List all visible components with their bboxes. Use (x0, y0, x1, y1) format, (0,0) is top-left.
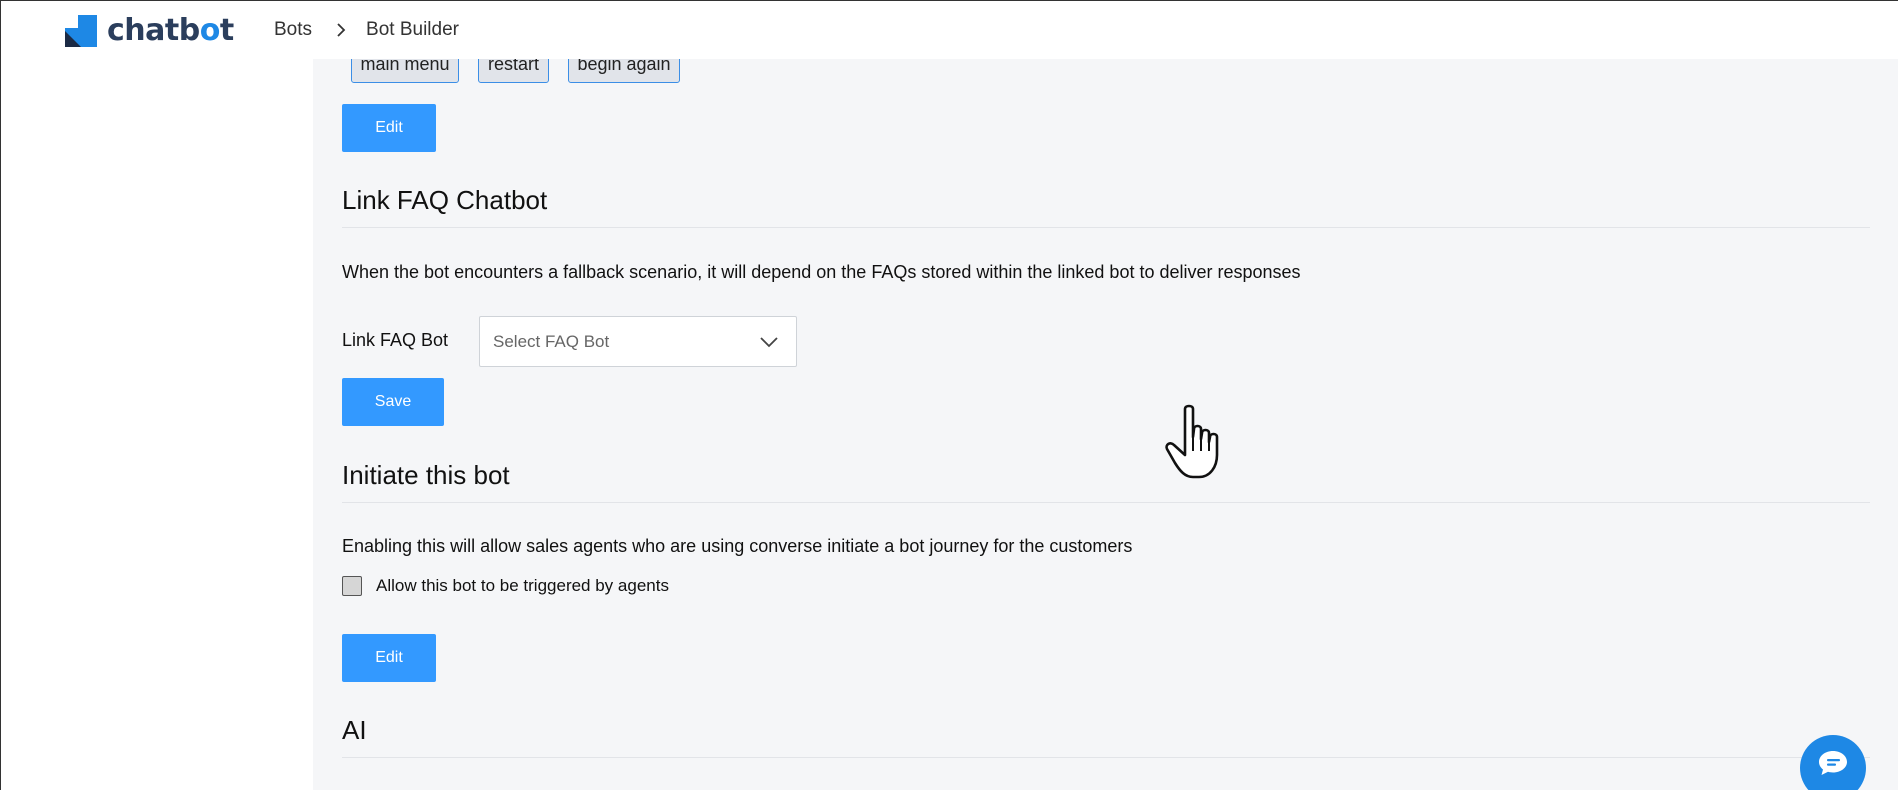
initiate-section-title: Initiate this bot (342, 460, 510, 490)
chatbot-wordmark: chatbot (107, 13, 234, 48)
trigger-by-agents-label[interactable]: Allow this bot to be triggered by agents (376, 576, 669, 596)
top-header: chatbot Bots Bot Builder (0, 0, 1898, 59)
breadcrumb: Bots Bot Builder (274, 19, 459, 41)
trigger-by-agents-row: Allow this bot to be triggered by agents (342, 576, 669, 596)
chevron-right-icon (337, 23, 346, 37)
quick-reply-chip[interactable]: main menu (351, 59, 459, 83)
save-faq-button[interactable]: Save (342, 378, 444, 426)
chatbot-logo-icon (65, 15, 97, 47)
breadcrumb-bots[interactable]: Bots (274, 19, 312, 41)
left-sidebar (0, 59, 313, 790)
ai-divider (342, 757, 1870, 758)
hand-pointer-cursor-icon (1165, 404, 1219, 479)
faq-bot-select-placeholder: Select FAQ Bot (493, 331, 610, 351)
faq-section-title: Link FAQ Chatbot (342, 185, 548, 215)
chat-bubble-icon (1819, 751, 1847, 775)
app-page: chatbot Bots Bot Builder main menu resta… (0, 0, 1898, 790)
link-faq-bot-label: Link FAQ Bot (342, 330, 449, 350)
faq-bot-select[interactable]: Select FAQ Bot (479, 316, 797, 367)
faq-description: When the bot encounters a fallback scena… (342, 262, 1301, 282)
initiate-description: Enabling this will allow sales agents wh… (342, 536, 1133, 556)
breadcrumb-bot-builder: Bot Builder (366, 19, 459, 40)
quick-reply-chip[interactable]: restart (478, 59, 549, 83)
main-content: main menu restart begin again Edit Link … (313, 59, 1898, 790)
chevron-down-icon (760, 337, 778, 348)
quick-reply-chip[interactable]: begin again (568, 59, 680, 83)
chatbot-logo[interactable]: chatbot (65, 15, 234, 47)
initiate-divider (342, 502, 1870, 503)
ai-section-title: AI (342, 715, 367, 745)
edit-quick-replies-button[interactable]: Edit (342, 104, 436, 152)
trigger-by-agents-checkbox[interactable] (342, 576, 362, 596)
edit-initiate-button[interactable]: Edit (342, 634, 436, 682)
faq-divider (342, 227, 1870, 228)
